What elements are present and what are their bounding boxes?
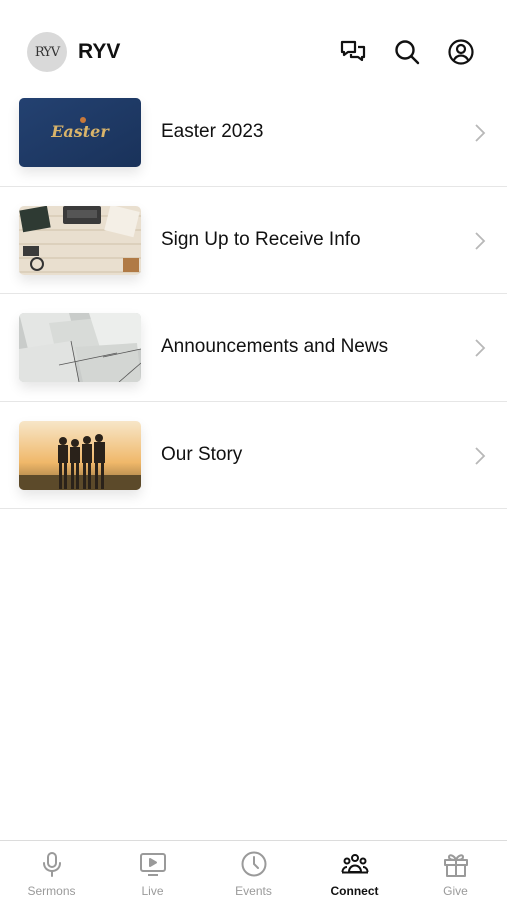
chevron-right-icon [471, 229, 489, 253]
chevron-right-icon [471, 121, 489, 145]
search-icon[interactable] [392, 37, 422, 67]
tab-events[interactable]: Events [203, 841, 304, 900]
church-logo[interactable]: RYV [27, 32, 67, 72]
app-screen: RYV RYV Easter Easter 2023 Sign Up to Re… [0, 0, 507, 900]
tv-play-icon [139, 850, 167, 878]
bottom-tab-bar: Sermons Live Events Connect Give [0, 840, 507, 900]
people-group-icon [341, 850, 369, 878]
tab-connect[interactable]: Connect [304, 841, 405, 900]
easter-banner-image: Easter [19, 98, 141, 167]
tab-sermons[interactable]: Sermons [1, 841, 102, 900]
tab-label: Sermons [27, 884, 76, 898]
tab-give[interactable]: Give [405, 841, 506, 900]
microphone-icon [38, 850, 66, 878]
chat-bubbles-icon[interactable] [338, 37, 368, 67]
tab-live[interactable]: Live [102, 841, 203, 900]
list-item-our-story[interactable]: Our Story [0, 402, 507, 509]
list-item-easter[interactable]: Easter Easter 2023 [0, 79, 507, 187]
tab-label: Connect [330, 884, 379, 898]
tab-label: Give [443, 884, 468, 898]
friends-sunset-image [19, 420, 141, 490]
list-item-label: Sign Up to Receive Info [161, 228, 361, 250]
scattered-papers-image [19, 313, 141, 382]
gift-icon [442, 850, 470, 878]
list-item-label: Announcements and News [161, 336, 389, 357]
list-item-label: Our Story [161, 443, 243, 465]
tab-label: Live [141, 884, 164, 898]
clock-icon [240, 850, 268, 878]
logo-text: RYV [34, 44, 60, 60]
list-item-announcements[interactable]: Announcements and News [0, 294, 507, 402]
easter-thumb-text: Easter [50, 122, 110, 141]
tab-label: Events [235, 884, 272, 898]
desk-typewriter-image [19, 205, 141, 275]
connect-list: Easter Easter 2023 Sign Up to Receive In… [0, 79, 507, 509]
chevron-right-icon [471, 336, 489, 360]
account-icon[interactable] [446, 37, 476, 67]
brand-name: RYV [78, 40, 121, 63]
list-item-label: Easter 2023 [161, 121, 264, 142]
chevron-right-icon [471, 444, 489, 468]
list-item-sign-up[interactable]: Sign Up to Receive Info [0, 187, 507, 294]
